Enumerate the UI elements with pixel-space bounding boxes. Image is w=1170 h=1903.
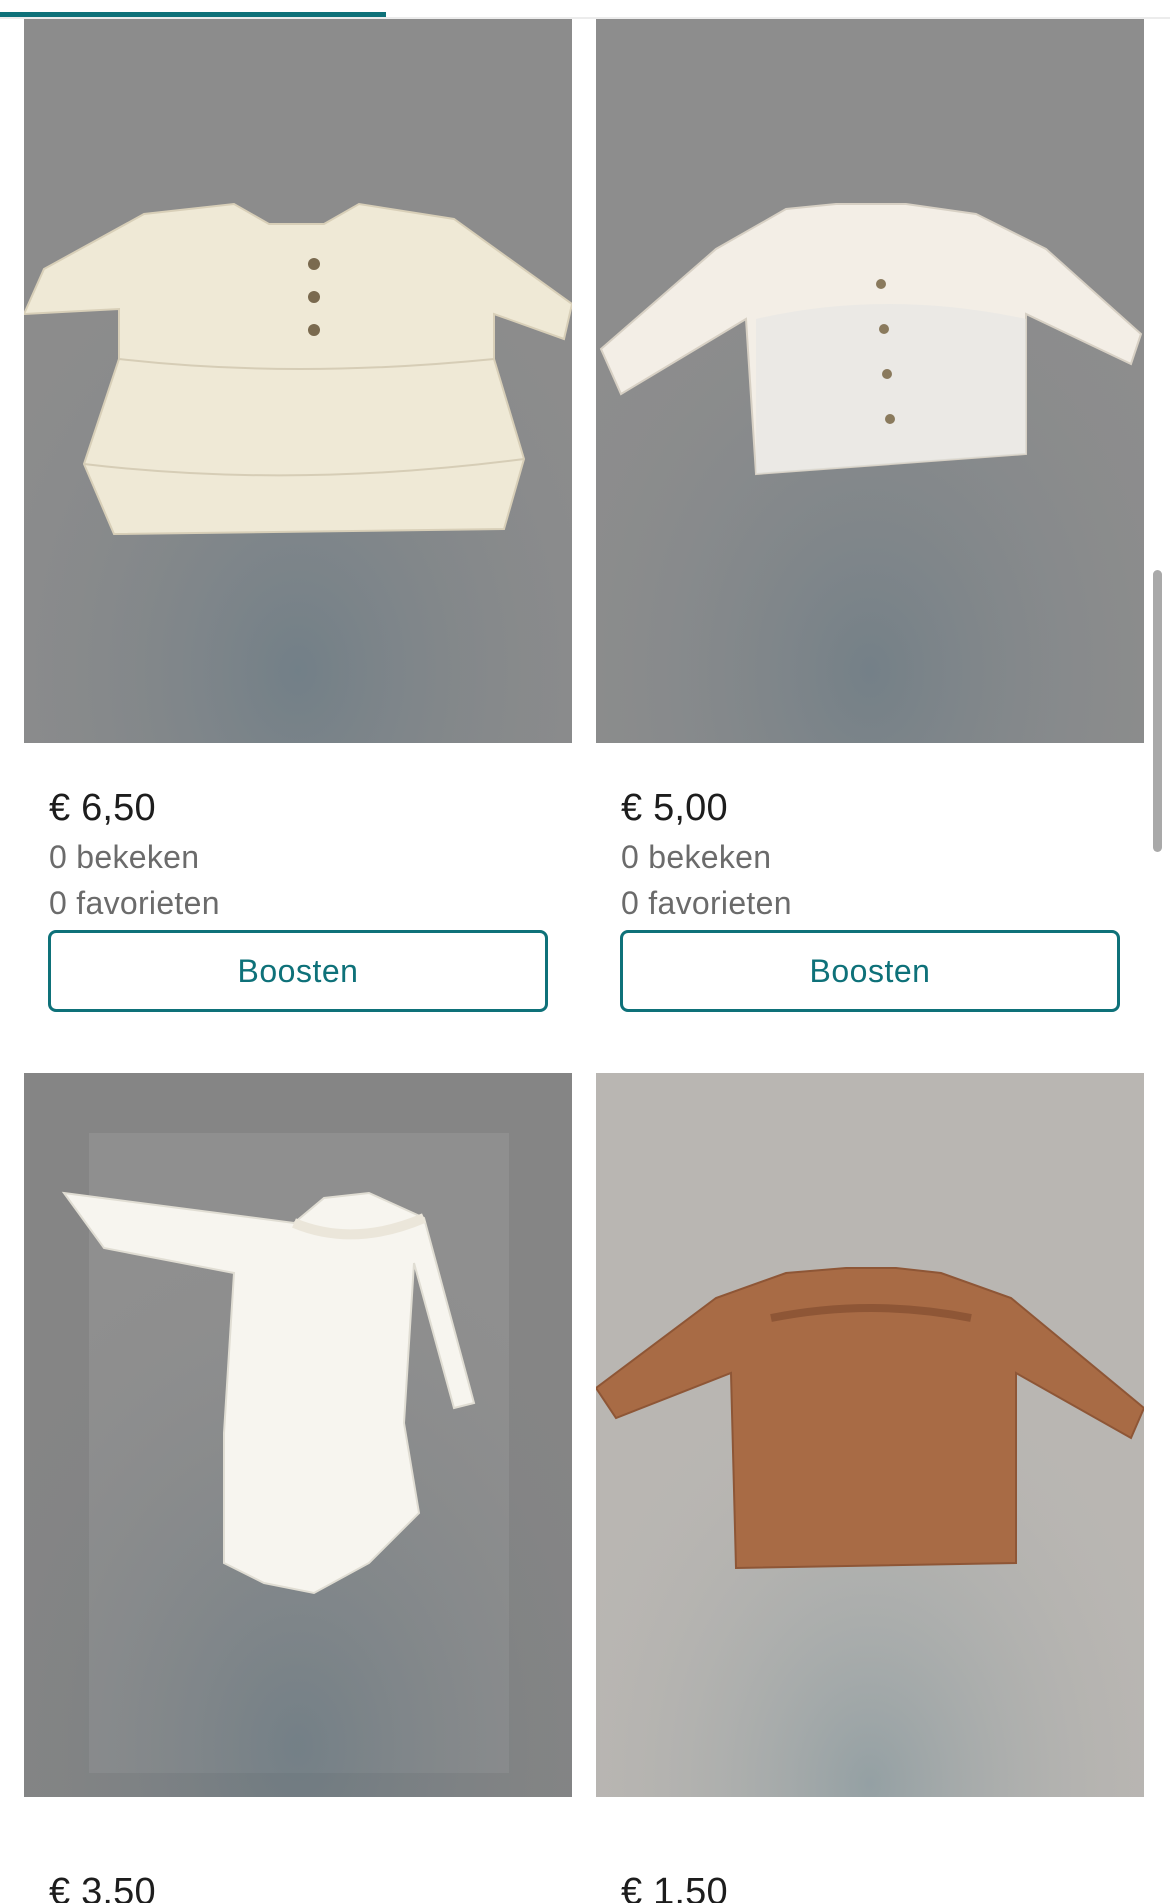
listing-views-count: 0 bekeken [49,839,200,875]
listing-price: € 6,50 [49,787,156,829]
listing-photo[interactable] [596,1073,1144,1797]
listing-photo[interactable] [24,1073,572,1797]
listing-card[interactable]: € 3,50 [24,1073,572,1903]
listing-price: € 1,50 [621,1871,728,1903]
listing-photo-garment-dress [24,19,572,743]
listings-page: € 6,50 0 bekeken 0 favorieten Boosten € … [0,0,1170,1903]
listing-price: € 3,50 [49,1871,156,1903]
listing-favorites-count: 0 favorieten [49,885,220,921]
scrollbar[interactable] [1153,570,1162,852]
listing-card[interactable]: € 1,50 [596,1073,1144,1903]
listing-price: € 5,00 [621,787,728,829]
listing-views-count: 0 bekeken [621,839,772,875]
listing-photo[interactable] [24,19,572,743]
listing-card[interactable]: € 6,50 0 bekeken 0 favorieten Boosten [24,19,572,1012]
listing-photo[interactable] [596,19,1144,743]
boost-button[interactable]: Boosten [48,930,548,1012]
boost-button[interactable]: Boosten [620,930,1120,1012]
listing-photo-garment-bodysuit [24,1073,572,1797]
listing-card[interactable]: € 5,00 0 bekeken 0 favorieten Boosten [596,19,1144,1012]
listing-photo-garment-top [596,1073,1144,1797]
listing-favorites-count: 0 favorieten [621,885,792,921]
listing-photo-garment-blouse [596,19,1144,743]
